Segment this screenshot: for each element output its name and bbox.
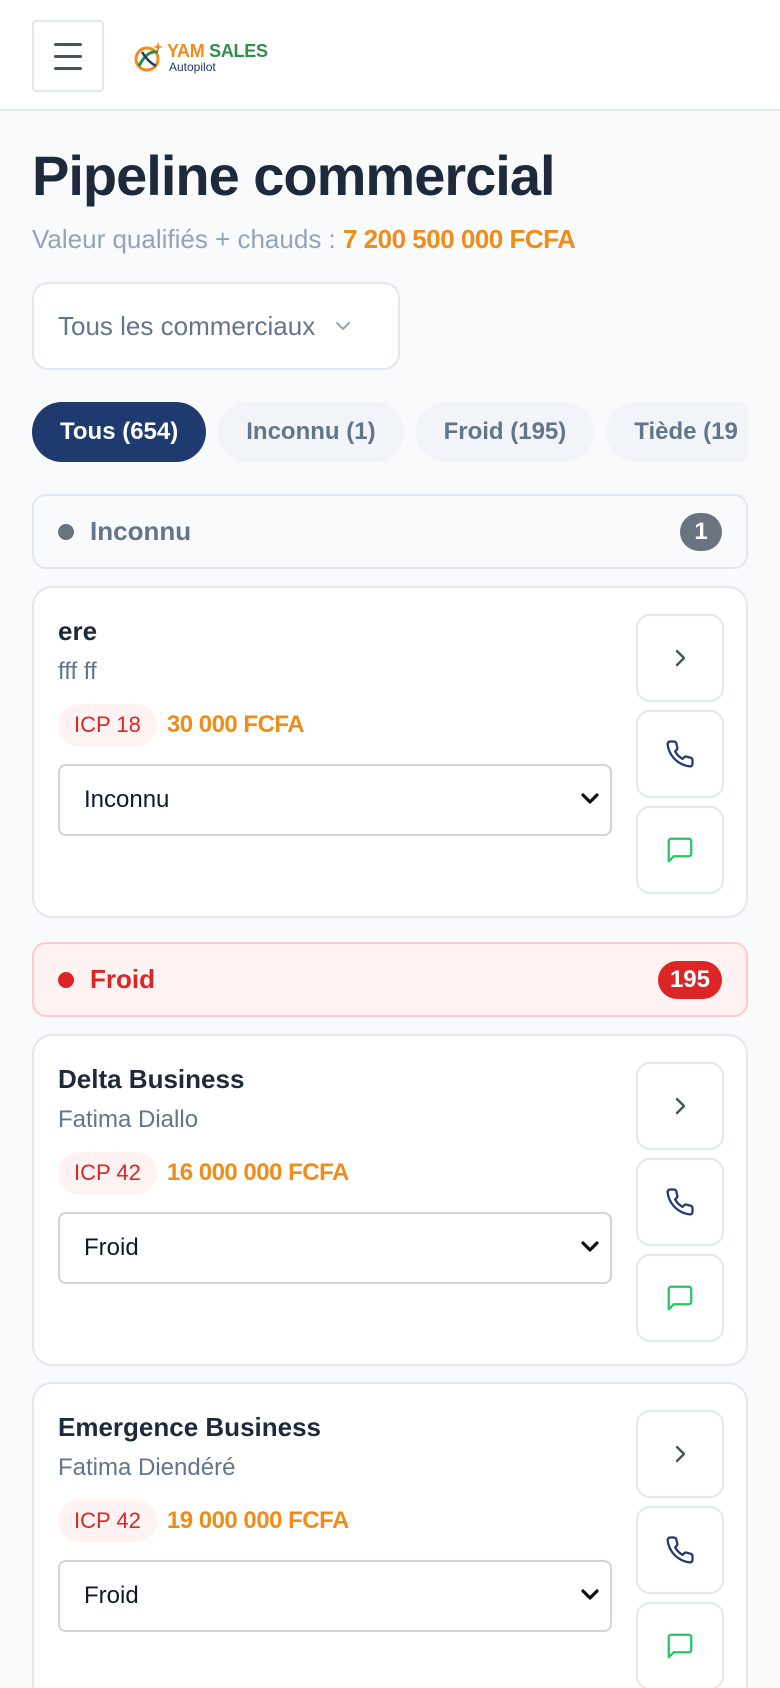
menu-button[interactable] (32, 20, 104, 92)
salesperson-filter-select[interactable]: Tous les commerciaux (32, 282, 400, 370)
message-icon (667, 1285, 693, 1311)
hamburger-icon (54, 42, 82, 46)
logo-word-yam: YAM (167, 40, 205, 61)
chevron-down-icon (336, 322, 351, 331)
chevron-down-icon (581, 793, 599, 804)
message-button[interactable] (636, 806, 724, 894)
message-icon (667, 1633, 693, 1659)
chevron-right-icon (675, 1097, 686, 1115)
lead-card[interactable]: Delta Business Fatima Diallo ICP 42 16 0… (32, 1034, 748, 1366)
icp-badge: ICP 42 (58, 1152, 157, 1194)
tab-all[interactable]: Tous (654) (32, 402, 207, 462)
logo-word-sales: SALES (209, 40, 268, 61)
stage-select[interactable]: Froid (58, 1212, 612, 1284)
chevron-down-icon (581, 1241, 599, 1252)
status-dot (58, 523, 74, 540)
stage-select[interactable]: Froid (58, 1560, 612, 1632)
stage-select[interactable]: Inconnu (58, 764, 612, 836)
message-icon (667, 837, 693, 863)
chevron-down-icon (581, 1589, 599, 1600)
stage-selected-value: Inconnu (84, 786, 170, 813)
call-button[interactable] (636, 710, 724, 798)
status-dot (58, 971, 74, 988)
open-lead-button[interactable] (636, 614, 724, 702)
tab-cold[interactable]: Froid (195) (415, 402, 595, 462)
message-button[interactable] (636, 1602, 724, 1688)
icp-badge: ICP 42 (58, 1500, 157, 1542)
summary-amount: 7 200 500 000 FCFA (343, 224, 576, 254)
lead-contact-name: fff ff (58, 658, 97, 685)
section-label: Inconnu (90, 516, 192, 546)
phone-icon (666, 740, 694, 768)
tab-warm[interactable]: Tiède (19 (606, 402, 748, 462)
top-bar: YAM SALES Autopilot (0, 0, 780, 111)
lead-value: 19 000 000 FCFA (166, 1507, 349, 1534)
message-button[interactable] (636, 1254, 724, 1342)
section-count-badge: 1 (680, 512, 722, 551)
stage-tabs: Tous (654) Inconnu (1) Froid (195) Tiède… (32, 402, 748, 462)
call-button[interactable] (636, 1158, 724, 1246)
tab-unknown[interactable]: Inconnu (1) (218, 402, 404, 462)
lead-value: 16 000 000 FCFA (166, 1159, 349, 1186)
pipeline-value-summary: Valeur qualifiés + chauds : 7 200 500 00… (32, 222, 576, 256)
lead-company-name: ere (58, 616, 98, 646)
stage-selected-value: Froid (84, 1234, 139, 1261)
phone-icon (666, 1188, 694, 1216)
icp-badge: ICP 18 (58, 704, 157, 746)
lead-card[interactable]: Emergence Business Fatima Diendéré ICP 4… (32, 1382, 748, 1688)
summary-label: Valeur qualifiés + chauds : (32, 224, 336, 254)
section-header-cold: Froid 195 (32, 942, 748, 1017)
stage-selected-value: Froid (84, 1582, 139, 1609)
open-lead-button[interactable] (636, 1062, 724, 1150)
chevron-right-icon (675, 1445, 686, 1463)
lead-contact-name: Fatima Diendéré (58, 1454, 236, 1481)
filter-selected-value: Tous les commerciaux (58, 310, 316, 341)
call-button[interactable] (636, 1506, 724, 1594)
logo-subtitle: Autopilot (169, 59, 216, 74)
logo-icon (134, 42, 164, 72)
section-label: Froid (90, 964, 155, 994)
phone-icon (666, 1536, 694, 1564)
section-header-unknown: Inconnu 1 (32, 494, 748, 569)
lead-company-name: Delta Business (58, 1064, 245, 1094)
lead-card[interactable]: ere fff ff ICP 18 30 000 FCFA Inconnu (32, 586, 748, 918)
chevron-right-icon (675, 649, 686, 667)
lead-company-name: Emergence Business (58, 1412, 322, 1442)
lead-value: 30 000 FCFA (166, 711, 305, 738)
page-title: Pipeline commercial (32, 144, 556, 207)
lead-contact-name: Fatima Diallo (58, 1106, 199, 1133)
section-count-badge: 195 (657, 960, 722, 999)
open-lead-button[interactable] (636, 1410, 724, 1498)
logo[interactable]: YAM SALES Autopilot (134, 38, 268, 76)
